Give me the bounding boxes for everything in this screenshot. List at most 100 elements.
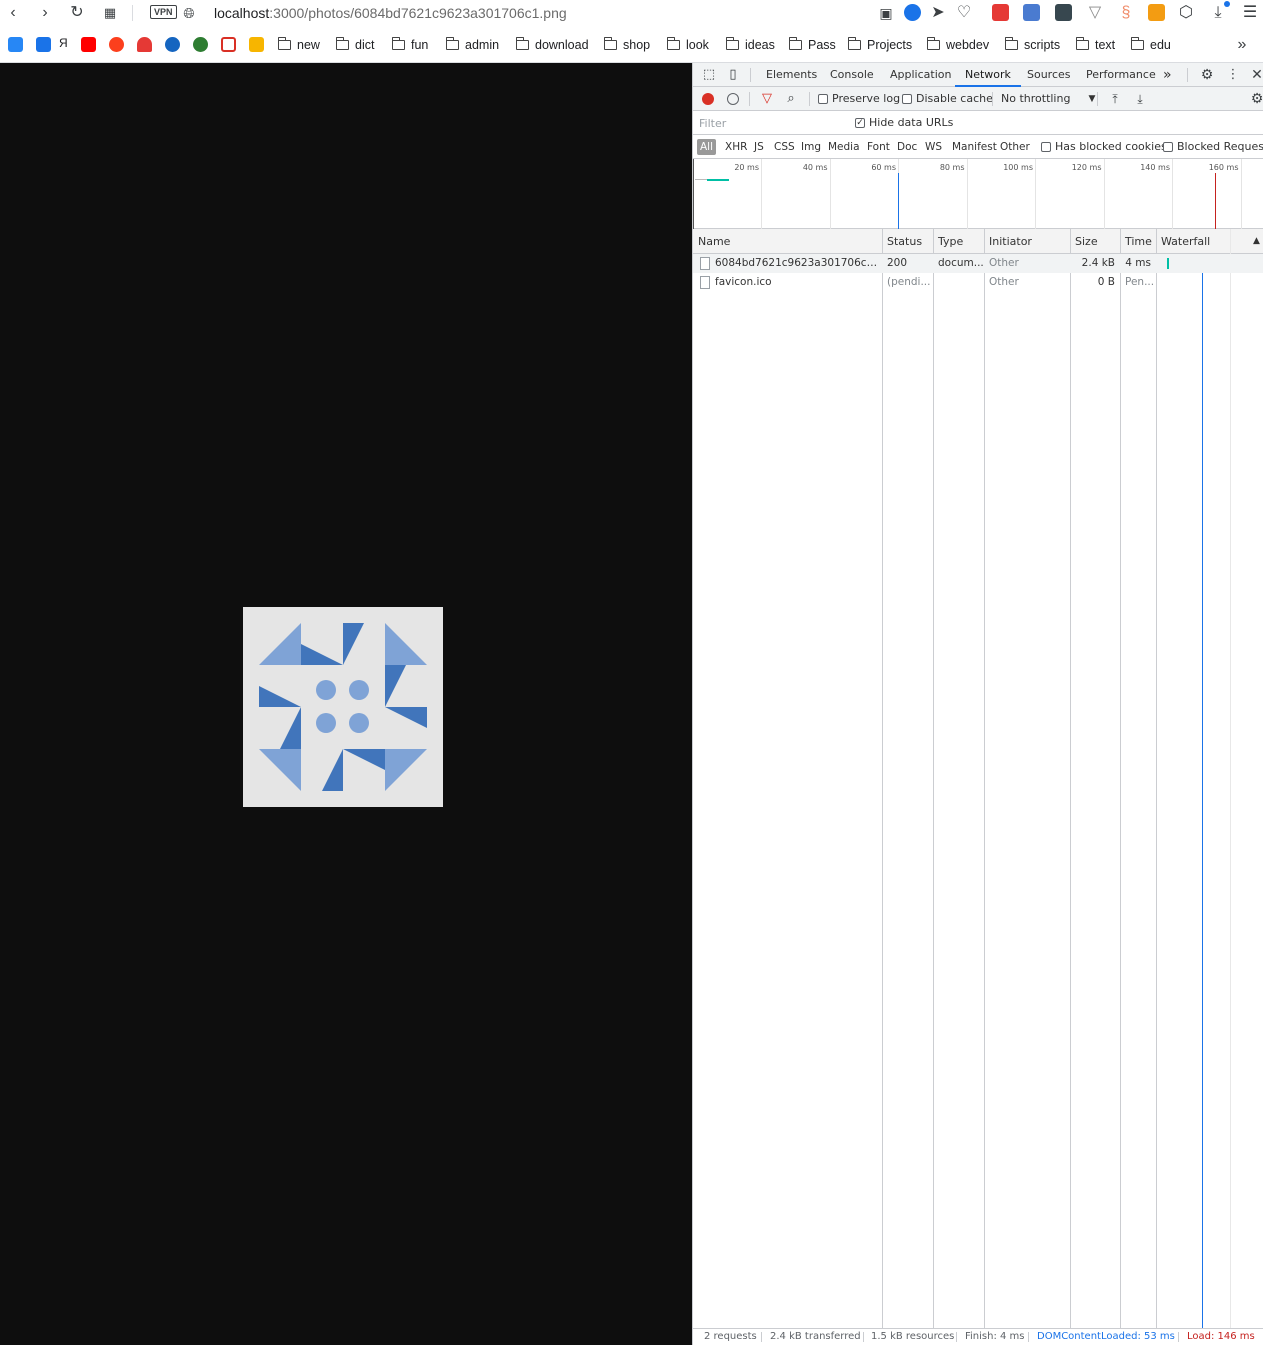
- column-initiator[interactable]: Initiator: [984, 229, 1032, 254]
- bookmark-folder[interactable]: text: [1076, 36, 1115, 54]
- bookmark-folder[interactable]: look: [667, 36, 709, 54]
- type-filter-doc[interactable]: Doc: [894, 139, 920, 155]
- send-icon[interactable]: ➤: [928, 3, 948, 23]
- settings-gear-icon[interactable]: ⚙: [1197, 65, 1217, 85]
- import-har-icon[interactable]: ⤒: [1105, 89, 1125, 109]
- request-row[interactable]: favicon.ico (pendi... Other 0 B Pen...: [693, 273, 1263, 292]
- search-icon[interactable]: ⌕: [781, 89, 801, 109]
- bookmark-folder[interactable]: dict: [336, 36, 374, 54]
- type-filter-other[interactable]: Other: [997, 139, 1033, 155]
- clear-icon[interactable]: [727, 93, 739, 105]
- shield-check-icon[interactable]: [904, 4, 921, 21]
- bookmark-folder[interactable]: Pass: [789, 36, 836, 54]
- tab-performance[interactable]: Performance: [1086, 63, 1156, 87]
- device-toolbar-icon[interactable]: ▯: [723, 65, 743, 85]
- tab-network[interactable]: Network: [955, 63, 1021, 87]
- column-time[interactable]: Time: [1120, 229, 1152, 254]
- type-filter-css[interactable]: CSS: [771, 139, 798, 155]
- divider: [809, 92, 810, 106]
- checkbox-icon: [1163, 142, 1173, 152]
- type-filter-ws[interactable]: WS: [922, 139, 945, 155]
- request-row[interactable]: 6084bd7621c9623a301706c1.png 200 docum..…: [693, 254, 1263, 273]
- bookmark-folder[interactable]: ideas: [726, 36, 775, 54]
- timeline-start-line: [693, 159, 694, 229]
- column-divider: [882, 229, 883, 1328]
- network-overview-timeline[interactable]: 20 ms 40 ms 60 ms 80 ms 100 ms 120 ms 140 ms 16…: [693, 159, 1263, 229]
- type-filter-all[interactable]: All: [697, 139, 717, 155]
- bookmark-folder[interactable]: webdev: [927, 36, 989, 54]
- type-filter-img[interactable]: Img: [798, 139, 824, 155]
- type-filter-js[interactable]: JS: [751, 139, 767, 155]
- disable-cache-checkbox[interactable]: Disable cache: [902, 92, 993, 106]
- cube-icon[interactable]: ⬡: [1176, 3, 1196, 23]
- mail-icon[interactable]: [249, 37, 264, 52]
- layers-icon[interactable]: [1055, 4, 1072, 21]
- type-filter-font[interactable]: Font: [864, 139, 893, 155]
- camera-icon[interactable]: ▣: [876, 3, 896, 23]
- tab-console[interactable]: Console: [830, 63, 874, 87]
- forward-icon[interactable]: ›: [35, 3, 55, 23]
- gmail-icon[interactable]: [221, 37, 236, 52]
- inspect-element-icon[interactable]: ⬚: [699, 65, 719, 85]
- chat-icon[interactable]: [36, 37, 51, 52]
- tab-application[interactable]: Application: [890, 63, 951, 87]
- back-icon[interactable]: ‹: [3, 3, 23, 23]
- extension-orange-icon[interactable]: [1148, 4, 1165, 21]
- hide-data-urls-checkbox[interactable]: ✓ Hide data URLs: [855, 116, 953, 130]
- column-size[interactable]: Size: [1070, 229, 1098, 254]
- throttling-select[interactable]: No throttling ▼: [1001, 92, 1095, 106]
- svelte-icon[interactable]: §: [1116, 3, 1136, 23]
- vk-icon[interactable]: [8, 37, 23, 52]
- cloud-icon[interactable]: [165, 37, 180, 52]
- type-filter-media[interactable]: Media: [825, 139, 863, 155]
- yandex-icon[interactable]: [109, 37, 124, 52]
- kebab-menu-icon[interactable]: ⋮: [1223, 65, 1243, 85]
- address-bar[interactable]: localhost:3000/photos/6084bd7621c9623a30…: [214, 4, 567, 22]
- bookmark-folder[interactable]: edu: [1131, 36, 1171, 54]
- youtube-icon[interactable]: [81, 37, 96, 52]
- filter-input[interactable]: [696, 114, 844, 132]
- more-tabs-icon[interactable]: »: [1163, 63, 1172, 87]
- globe-icon[interactable]: 🌐︎: [179, 3, 199, 23]
- column-type[interactable]: Type: [933, 229, 963, 254]
- filter-funnel-icon[interactable]: ▽: [757, 89, 777, 109]
- translate-icon[interactable]: [1023, 4, 1040, 21]
- preserve-log-checkbox[interactable]: Preserve log: [818, 92, 900, 106]
- column-divider: [933, 229, 934, 1328]
- bookmark-folder[interactable]: new: [278, 36, 320, 54]
- folder-icon: [604, 37, 617, 50]
- blocked-requests-checkbox[interactable]: Blocked Requests: [1163, 140, 1263, 154]
- export-har-icon[interactable]: ⤓: [1130, 89, 1150, 109]
- record-icon[interactable]: [702, 93, 714, 105]
- type-filter-xhr[interactable]: XHR: [722, 139, 750, 155]
- more-bookmarks-icon[interactable]: »: [1232, 35, 1252, 55]
- menu-icon[interactable]: ☰: [1240, 3, 1260, 23]
- column-waterfall[interactable]: Waterfall: [1156, 229, 1210, 254]
- network-settings-icon[interactable]: ⚙: [1247, 89, 1263, 109]
- bookmark-folder-label: scripts: [1024, 38, 1061, 52]
- type-filter-manifest[interactable]: Manifest: [949, 139, 1000, 155]
- location-icon[interactable]: [193, 37, 208, 52]
- vue-icon[interactable]: ▽: [1085, 3, 1105, 23]
- bookmark-folder[interactable]: shop: [604, 36, 650, 54]
- extension-red-icon[interactable]: [992, 4, 1009, 21]
- bookmark-folder[interactable]: fun: [392, 36, 428, 54]
- has-blocked-cookies-checkbox[interactable]: Has blocked cookies: [1041, 140, 1167, 154]
- reload-icon[interactable]: ↻: [67, 3, 87, 23]
- bookmark-folder[interactable]: scripts: [1005, 36, 1060, 54]
- vpn-badge[interactable]: VPN: [150, 5, 177, 19]
- map-pin-icon[interactable]: [137, 37, 152, 52]
- bookmark-folder[interactable]: Projects: [848, 36, 912, 54]
- tabs-grid-icon[interactable]: ▦: [100, 3, 120, 23]
- heart-icon[interactable]: ♡: [954, 3, 974, 23]
- tab-elements[interactable]: Elements: [766, 63, 817, 87]
- close-devtools-icon[interactable]: ✕: [1247, 65, 1263, 85]
- column-name[interactable]: Name: [693, 229, 730, 254]
- tab-sources[interactable]: Sources: [1027, 63, 1071, 87]
- request-time: Pen...: [1125, 276, 1155, 288]
- document-icon: [700, 276, 710, 289]
- bookmark-folder[interactable]: download: [516, 36, 589, 54]
- column-status[interactable]: Status: [882, 229, 922, 254]
- bookmark-folder[interactable]: admin: [446, 36, 499, 54]
- ya-bookmark[interactable]: Я: [59, 36, 68, 50]
